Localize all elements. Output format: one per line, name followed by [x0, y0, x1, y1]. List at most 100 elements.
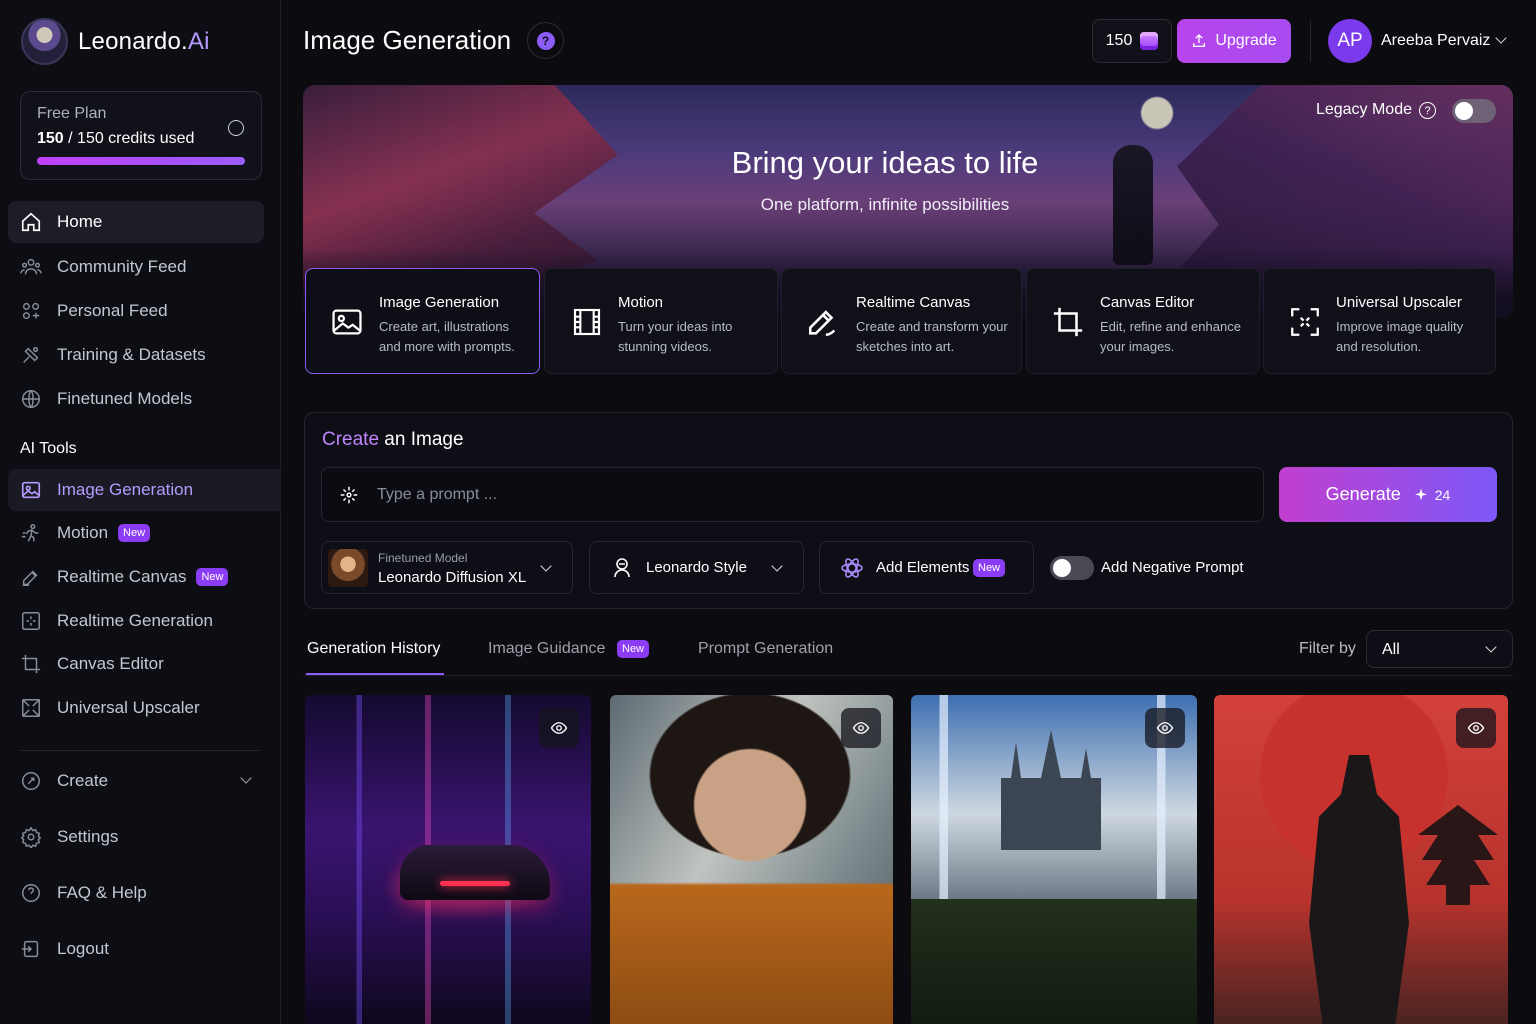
clock-icon: [228, 120, 244, 136]
chevron-down-icon: [240, 772, 252, 784]
new-badge: New: [617, 640, 650, 658]
model-name: Leonardo Diffusion XL: [378, 569, 527, 586]
filter-select[interactable]: All: [1366, 630, 1513, 668]
gallery-image-graffiti-girl[interactable]: [610, 695, 893, 1024]
sidebar-item-home[interactable]: Home: [8, 201, 264, 243]
sidebar-item-image-generation[interactable]: Image Generation: [8, 469, 281, 511]
sidebar-item-faq[interactable]: FAQ & Help: [8, 872, 264, 914]
chevron-down-icon: [1485, 641, 1497, 653]
sidebar-item-finetuned-models[interactable]: Finetuned Models: [8, 378, 264, 420]
generate-cost: 24: [1413, 487, 1450, 503]
samurai-shape: [1309, 755, 1409, 1024]
avatar[interactable]: AP: [1328, 19, 1372, 63]
style-select[interactable]: Leonardo Style: [589, 541, 804, 594]
add-elements-button[interactable]: Add Elements New: [819, 541, 1034, 594]
negative-prompt-toggle[interactable]: [1050, 556, 1094, 580]
sidebar-item-label: Training & Datasets: [57, 345, 206, 364]
community-icon: [20, 256, 42, 278]
model-select[interactable]: Finetuned Model Leonardo Diffusion XL: [321, 541, 573, 594]
sidebar-item-logout[interactable]: Logout: [8, 928, 264, 970]
upgrade-button[interactable]: Upgrade: [1177, 19, 1291, 63]
sidebar-item-universal-upscaler[interactable]: Universal Upscaler: [8, 687, 264, 729]
legacy-mode-label: Legacy Mode: [1315, 101, 1412, 118]
sidebar-item-realtime-canvas[interactable]: Realtime Canvas New: [8, 556, 264, 598]
prompt-input[interactable]: [377, 481, 1237, 509]
style-label: Leonardo Style: [646, 559, 747, 576]
tab-generation-history[interactable]: Generation History: [307, 640, 440, 658]
sidebar-item-label: Create: [57, 771, 109, 790]
sidebar-item-label: Universal Upscaler: [57, 698, 200, 717]
tool-card-canvas-editor[interactable]: Canvas Editor Edit, refine and enhance y…: [1026, 268, 1260, 374]
atom-icon: [841, 558, 863, 578]
gallery-image-samurai[interactable]: [1214, 695, 1508, 1024]
generate-label: Generate: [1325, 484, 1401, 504]
page-title: Image Generation: [303, 25, 512, 55]
image-icon: [332, 309, 362, 335]
eye-icon[interactable]: [841, 708, 881, 748]
sidebar-divider: [20, 750, 260, 751]
gallery-image-fantasy-castle[interactable]: [911, 695, 1197, 1024]
gallery-image-cyberpunk-car[interactable]: [305, 695, 591, 1024]
tool-card-title: Realtime Canvas: [856, 294, 971, 311]
sidebar-item-label: Realtime Canvas: [57, 567, 187, 586]
tool-card-image-generation[interactable]: Image Generation Create art, illustratio…: [305, 268, 540, 374]
sidebar-item-label: Finetuned Models: [57, 389, 193, 408]
add-elements-label: Add Elements: [876, 559, 970, 576]
generate-button[interactable]: Generate 24: [1279, 467, 1497, 522]
tool-card-title: Image Generation: [379, 294, 500, 311]
film-icon: [573, 308, 601, 336]
training-icon: [20, 344, 42, 366]
tool-card-realtime-canvas[interactable]: Realtime Canvas Create and transform you…: [781, 268, 1022, 374]
sparkle-icon: [340, 486, 358, 504]
tool-card-motion[interactable]: Motion Turn your ideas into stunning vid…: [544, 268, 778, 374]
hero-subtitle: One platform, infinite possibilities: [760, 195, 1010, 214]
prompt-field[interactable]: [321, 467, 1264, 522]
tool-card-universal-upscaler[interactable]: Universal Upscaler Improve image quality…: [1263, 268, 1496, 374]
sidebar-item-realtime-generation[interactable]: Realtime Generation: [8, 600, 264, 642]
chevron-down-icon: [540, 560, 552, 572]
tool-card-title: Universal Upscaler: [1336, 294, 1462, 311]
upscale-icon: [20, 697, 42, 719]
sidebar-item-community-feed[interactable]: Community Feed: [8, 246, 264, 288]
sidebar-item-settings[interactable]: Settings: [8, 816, 264, 858]
sidebar-item-label: Community Feed: [57, 257, 187, 276]
sidebar-item-label: Settings: [57, 827, 119, 846]
new-badge: New: [118, 524, 151, 542]
credits-badge[interactable]: 150: [1092, 19, 1172, 63]
tab-image-guidance[interactable]: Image Guidance: [488, 640, 605, 658]
plan-card[interactable]: Free Plan 150 / 150 credits used: [20, 91, 262, 180]
eye-icon[interactable]: [539, 708, 579, 748]
eye-icon[interactable]: [1145, 708, 1185, 748]
filter-label: Filter by: [1299, 640, 1356, 657]
chevron-down-icon: [771, 560, 783, 572]
pagoda-shape: [1418, 805, 1498, 905]
home-icon: [20, 211, 42, 233]
tool-card-desc: Create and transform your sketches into …: [856, 319, 1008, 354]
sidebar-item-create[interactable]: Create: [8, 760, 264, 802]
legacy-mode-toggle[interactable]: [1452, 99, 1496, 123]
gear-icon: [20, 826, 42, 848]
sparkle-icon: [1414, 487, 1427, 500]
tab-prompt-generation[interactable]: Prompt Generation: [698, 640, 833, 658]
sidebar-item-motion[interactable]: Motion New: [8, 512, 264, 554]
sidebar-item-training[interactable]: Training & Datasets: [8, 334, 264, 376]
brand-logo[interactable]: Leonardo.Ai: [21, 18, 210, 65]
sidebar-item-personal-feed[interactable]: Personal Feed: [8, 290, 264, 332]
realtime-canvas-icon: [20, 566, 42, 588]
car-shape: [400, 845, 550, 900]
tool-card-desc: Create art, illustrations and more with …: [379, 319, 515, 354]
user-name[interactable]: Areeba Pervaiz: [1381, 32, 1490, 50]
upgrade-icon: [1193, 34, 1206, 47]
sidebar: Leonardo.Ai Free Plan 150 / 150 credits …: [0, 0, 281, 1024]
help-icon[interactable]: ?: [1419, 102, 1436, 119]
sidebar-item-canvas-editor[interactable]: Canvas Editor: [8, 643, 264, 685]
tool-card-desc: Turn your ideas into stunning videos.: [618, 319, 733, 354]
crop-icon: [20, 653, 42, 675]
credits-count: 150: [1105, 32, 1133, 49]
eye-icon[interactable]: [1456, 708, 1496, 748]
new-badge: New: [973, 559, 1006, 577]
chevron-down-icon[interactable]: [1495, 32, 1507, 44]
sidebar-item-label: Logout: [57, 939, 109, 958]
crop-icon: [1053, 307, 1083, 337]
help-button[interactable]: ?: [527, 22, 564, 59]
